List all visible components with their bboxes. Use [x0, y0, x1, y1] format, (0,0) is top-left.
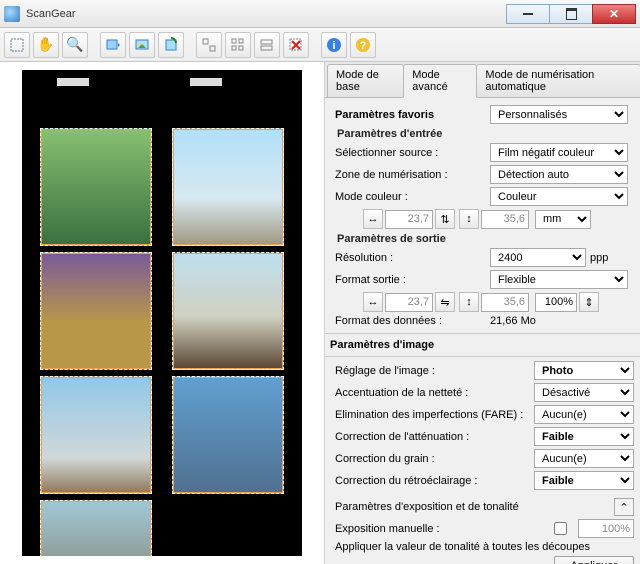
- delete-crop-icon[interactable]: [283, 32, 309, 58]
- filmstrip[interactable]: [22, 70, 302, 556]
- tab-auto[interactable]: Mode de numérisation automatique: [476, 64, 640, 97]
- select-tool-icon[interactable]: [4, 32, 30, 58]
- adjust-select[interactable]: Photo: [534, 361, 634, 380]
- resolution-unit: ppp: [590, 252, 608, 264]
- colormode-select[interactable]: Couleur: [490, 187, 628, 206]
- settings-panel: Mode de base Mode avancé Mode de numéris…: [325, 62, 640, 564]
- sharp-select[interactable]: Désactivé: [534, 383, 634, 402]
- info-icon[interactable]: i: [321, 32, 347, 58]
- maximize-button[interactable]: [549, 4, 593, 24]
- manualexp-label: Exposition manuelle :: [331, 523, 550, 535]
- out-height-icon: ↕: [459, 292, 479, 312]
- resolution-select[interactable]: 2400: [490, 248, 586, 267]
- app-title: ScanGear: [26, 8, 507, 20]
- tab-basic[interactable]: Mode de base: [327, 64, 404, 97]
- manualexp-value[interactable]: [578, 519, 634, 538]
- output-width[interactable]: [385, 293, 433, 312]
- app-icon: [4, 6, 20, 22]
- film-frame[interactable]: [40, 128, 152, 246]
- swap-icon[interactable]: ⇅: [435, 209, 455, 229]
- help-icon[interactable]: ?: [350, 32, 376, 58]
- preview-icon[interactable]: [100, 32, 126, 58]
- output-header: Paramètres de sortie: [337, 233, 634, 245]
- lock-ratio-icon[interactable]: ⇋: [435, 292, 455, 312]
- tab-advanced[interactable]: Mode avancé: [403, 64, 477, 98]
- fare-label: Elimination des imperfections (FARE) :: [331, 409, 534, 421]
- hand-tool-icon[interactable]: ✋: [33, 32, 59, 58]
- resolution-label: Résolution :: [331, 252, 490, 264]
- title-bar: ScanGear: [0, 0, 640, 28]
- favorites-label: Paramètres favoris: [331, 109, 490, 121]
- height-icon: ↕: [459, 209, 479, 229]
- preview-pane: [0, 62, 325, 564]
- unit-select[interactable]: mm: [535, 210, 591, 229]
- datasize-label: Format des données :: [331, 315, 490, 327]
- toolbar: ✋ 🔍 i ?: [0, 28, 640, 62]
- fade-select[interactable]: Faible: [534, 427, 634, 446]
- crop-multi-icon[interactable]: [225, 32, 251, 58]
- backlight-select[interactable]: Faible: [534, 471, 634, 490]
- output-scale[interactable]: [535, 293, 577, 312]
- exptone-label: Paramètres d'exposition et de tonalité: [331, 501, 614, 513]
- input-header: Paramètres d'entrée: [337, 128, 634, 140]
- svg-text:?: ?: [360, 40, 367, 52]
- image-header: Paramètres d'image: [325, 333, 640, 357]
- format-select[interactable]: Flexible: [490, 270, 628, 289]
- film-frame[interactable]: [40, 500, 152, 556]
- scale-stepper-icon[interactable]: ⇕: [579, 292, 599, 312]
- zoom-tool-icon[interactable]: 🔍: [62, 32, 88, 58]
- thumbnail-icon[interactable]: [129, 32, 155, 58]
- grain-label: Correction du grain :: [331, 453, 534, 465]
- datasize-value: 21,66 Mo: [490, 315, 536, 327]
- apply-button[interactable]: Appliquer: [554, 556, 634, 564]
- crop-single-icon[interactable]: [196, 32, 222, 58]
- format-label: Format sortie :: [331, 274, 490, 286]
- applytone-label: Appliquer la valeur de tonalité à toutes…: [331, 541, 634, 553]
- input-height[interactable]: [481, 210, 529, 229]
- source-label: Sélectionner source :: [331, 147, 490, 159]
- close-button[interactable]: [592, 4, 636, 24]
- film-frame[interactable]: [172, 252, 284, 370]
- adjust-label: Réglage de l'image :: [331, 365, 534, 377]
- svg-text:i: i: [332, 40, 335, 52]
- source-select[interactable]: Film négatif couleur: [490, 143, 628, 162]
- output-height[interactable]: [481, 293, 529, 312]
- film-frame[interactable]: [172, 128, 284, 246]
- manualexp-checkbox[interactable]: [554, 522, 567, 535]
- expand-icon[interactable]: ⌃: [614, 498, 634, 516]
- film-frame[interactable]: [40, 376, 152, 494]
- sharp-label: Accentuation de la netteté :: [331, 387, 534, 399]
- out-width-icon: ↔: [363, 292, 383, 312]
- film-frame[interactable]: [40, 252, 152, 370]
- scanzone-select[interactable]: Détection auto: [490, 165, 628, 184]
- width-icon: ↔: [363, 209, 383, 229]
- minimize-button[interactable]: [506, 4, 550, 24]
- rotate-icon[interactable]: [158, 32, 184, 58]
- crop-all-icon[interactable]: [254, 32, 280, 58]
- film-frame[interactable]: [172, 376, 284, 494]
- input-width[interactable]: [385, 210, 433, 229]
- grain-select[interactable]: Aucun(e): [534, 449, 634, 468]
- favorites-select[interactable]: Personnalisés: [490, 105, 628, 124]
- fare-select[interactable]: Aucun(e): [534, 405, 634, 424]
- scanzone-label: Zone de numérisation :: [331, 169, 490, 181]
- fade-label: Correction de l'atténuation :: [331, 431, 534, 443]
- colormode-label: Mode couleur :: [331, 191, 490, 203]
- backlight-label: Correction du rétroéclairage :: [331, 475, 534, 487]
